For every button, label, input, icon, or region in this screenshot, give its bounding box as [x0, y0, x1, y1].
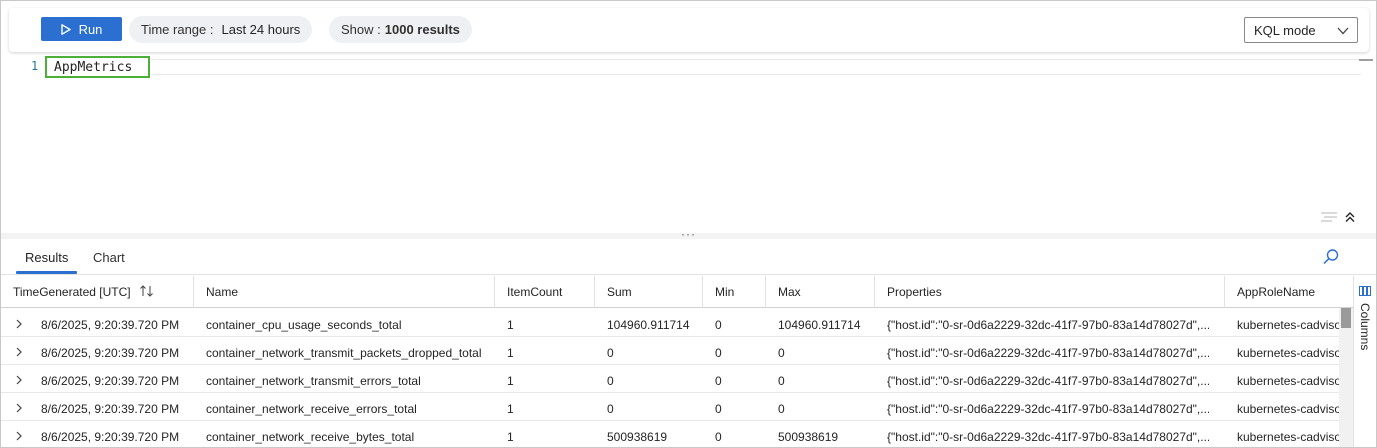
overview-ruler-marker	[1359, 59, 1373, 61]
table-row[interactable]: 8/6/2025, 9:20:39.720 PM container_netwo…	[1, 393, 1339, 421]
cell-timegenerated: 8/6/2025, 9:20:39.720 PM	[41, 374, 180, 388]
cell-min: 0	[715, 318, 722, 332]
tab-chart[interactable]: Chart	[93, 250, 125, 265]
cell-itemcount: 1	[507, 374, 514, 388]
expand-row-icon[interactable]	[15, 403, 23, 413]
cell-sum: 104960.911714	[607, 318, 690, 332]
column-divider[interactable]	[494, 276, 495, 308]
show-label: Show :	[341, 22, 381, 37]
play-icon	[60, 23, 71, 35]
column-divider[interactable]	[193, 276, 194, 308]
cell-sum: 0	[607, 402, 614, 416]
header-max[interactable]: Max	[778, 285, 801, 299]
cell-name: container_network_transmit_packets_dropp…	[206, 346, 482, 360]
cell-max: 500938619	[778, 430, 839, 444]
header-sum[interactable]: Sum	[607, 285, 632, 299]
expand-row-icon[interactable]	[15, 375, 23, 385]
cell-name: container_network_transmit_errors_total	[206, 374, 421, 388]
wrap-lines-icon[interactable]	[1320, 211, 1338, 223]
cell-min: 0	[715, 346, 722, 360]
tab-results[interactable]: Results	[25, 250, 68, 265]
table-row[interactable]: 8/6/2025, 9:20:39.720 PM container_netwo…	[1, 337, 1339, 365]
table-row[interactable]: 8/6/2025, 9:20:39.720 PM container_netwo…	[1, 421, 1339, 447]
cell-approlename: kubernetes-cadvisor	[1237, 346, 1339, 360]
query-text[interactable]: AppMetrics	[45, 56, 150, 78]
time-range-picker[interactable]: Time range : Last 24 hours	[129, 16, 313, 43]
column-divider[interactable]	[594, 276, 595, 308]
cell-name: container_cpu_usage_seconds_total	[206, 318, 402, 332]
scrollbar-thumb[interactable]	[1341, 308, 1351, 328]
columns-panel-toggle[interactable]: Columns	[1353, 276, 1376, 447]
header-min[interactable]: Min	[715, 285, 734, 299]
cell-approlename: kubernetes-cadvisor	[1237, 430, 1339, 444]
cell-timegenerated: 8/6/2025, 9:20:39.720 PM	[41, 318, 180, 332]
line-number: 1	[31, 59, 39, 73]
cell-properties: {"host.id":"0-sr-0d6a2229-32dc-41f7-97b0…	[887, 374, 1209, 388]
cell-name: container_network_receive_bytes_total	[206, 430, 415, 444]
header-properties[interactable]: Properties	[887, 285, 942, 299]
run-button[interactable]: Run	[41, 17, 122, 41]
cell-properties: {"host.id":"0-sr-0d6a2229-32dc-41f7-97b0…	[887, 318, 1209, 332]
cell-approlename: kubernetes-cadvisor	[1237, 374, 1339, 388]
column-divider[interactable]	[874, 276, 875, 308]
cell-properties: {"host.id":"0-sr-0d6a2229-32dc-41f7-97b0…	[887, 346, 1209, 360]
cell-timegenerated: 8/6/2025, 9:20:39.720 PM	[41, 402, 180, 416]
cell-sum: 0	[607, 346, 614, 360]
query-toolbar: Run Time range : Last 24 hours Show : 10…	[9, 8, 1369, 52]
search-icon[interactable]	[1322, 248, 1340, 266]
cell-itemcount: 1	[507, 346, 514, 360]
table-header: TimeGenerated [UTC] Name ItemCount Sum M…	[1, 276, 1353, 308]
kql-mode-value: KQL mode	[1254, 22, 1316, 38]
show-value: 1000 results	[384, 22, 460, 37]
result-limit-picker[interactable]: Show : 1000 results	[329, 16, 472, 43]
header-name[interactable]: Name	[206, 285, 238, 299]
cell-properties: {"host.id":"0-sr-0d6a2229-32dc-41f7-97b0…	[887, 402, 1209, 416]
cell-min: 0	[715, 430, 722, 444]
results-scrollbar[interactable]	[1339, 308, 1353, 447]
kql-mode-dropdown[interactable]: KQL mode	[1244, 17, 1358, 43]
columns-icon	[1359, 286, 1371, 296]
cell-approlename: kubernetes-cadvisor	[1237, 318, 1339, 332]
column-divider[interactable]	[702, 276, 703, 308]
chevron-down-icon	[1337, 27, 1349, 35]
cell-name: container_network_receive_errors_total	[206, 402, 417, 416]
table-row[interactable]: 8/6/2025, 9:20:39.720 PM container_cpu_u…	[1, 309, 1339, 337]
active-tab-indicator	[16, 271, 77, 274]
columns-label: Columns	[1358, 303, 1372, 351]
cell-max: 0	[778, 346, 785, 360]
collapse-up-icon[interactable]	[1344, 211, 1356, 223]
cell-sum: 500938619	[607, 430, 668, 444]
cell-properties: {"host.id":"0-sr-0d6a2229-32dc-41f7-97b0…	[887, 430, 1209, 444]
time-range-label: Time range :	[141, 22, 214, 37]
cell-max: 104960.911714	[778, 318, 861, 332]
results-tab-bar: Results Chart	[1, 239, 1376, 275]
table-row[interactable]: 8/6/2025, 9:20:39.720 PM container_netwo…	[1, 365, 1339, 393]
cell-timegenerated: 8/6/2025, 9:20:39.720 PM	[41, 346, 180, 360]
expand-row-icon[interactable]	[15, 319, 23, 329]
expand-row-icon[interactable]	[15, 347, 23, 357]
column-divider[interactable]	[1224, 276, 1225, 308]
cell-min: 0	[715, 402, 722, 416]
header-itemcount[interactable]: ItemCount	[507, 285, 562, 299]
header-approlename[interactable]: AppRoleName	[1237, 285, 1315, 299]
editor-actions	[1320, 211, 1356, 223]
column-divider[interactable]	[765, 276, 766, 308]
query-editor[interactable]: 1 AppMetrics	[1, 53, 1376, 233]
current-line-highlight	[151, 59, 1361, 75]
sort-icon[interactable]	[139, 284, 155, 298]
cell-itemcount: 1	[507, 318, 514, 332]
cell-max: 0	[778, 402, 785, 416]
header-timegenerated[interactable]: TimeGenerated [UTC]	[13, 285, 131, 299]
run-button-label: Run	[78, 21, 103, 37]
cell-approlename: kubernetes-cadvisor	[1237, 402, 1339, 416]
cell-itemcount: 1	[507, 402, 514, 416]
log-analytics-query-window: Run Time range : Last 24 hours Show : 10…	[0, 0, 1377, 448]
time-range-value: Last 24 hours	[221, 22, 301, 37]
expand-row-icon[interactable]	[15, 431, 23, 441]
cell-timegenerated: 8/6/2025, 9:20:39.720 PM	[41, 430, 180, 444]
cell-sum: 0	[607, 374, 614, 388]
cell-max: 0	[778, 374, 785, 388]
cell-itemcount: 1	[507, 430, 514, 444]
cell-min: 0	[715, 374, 722, 388]
